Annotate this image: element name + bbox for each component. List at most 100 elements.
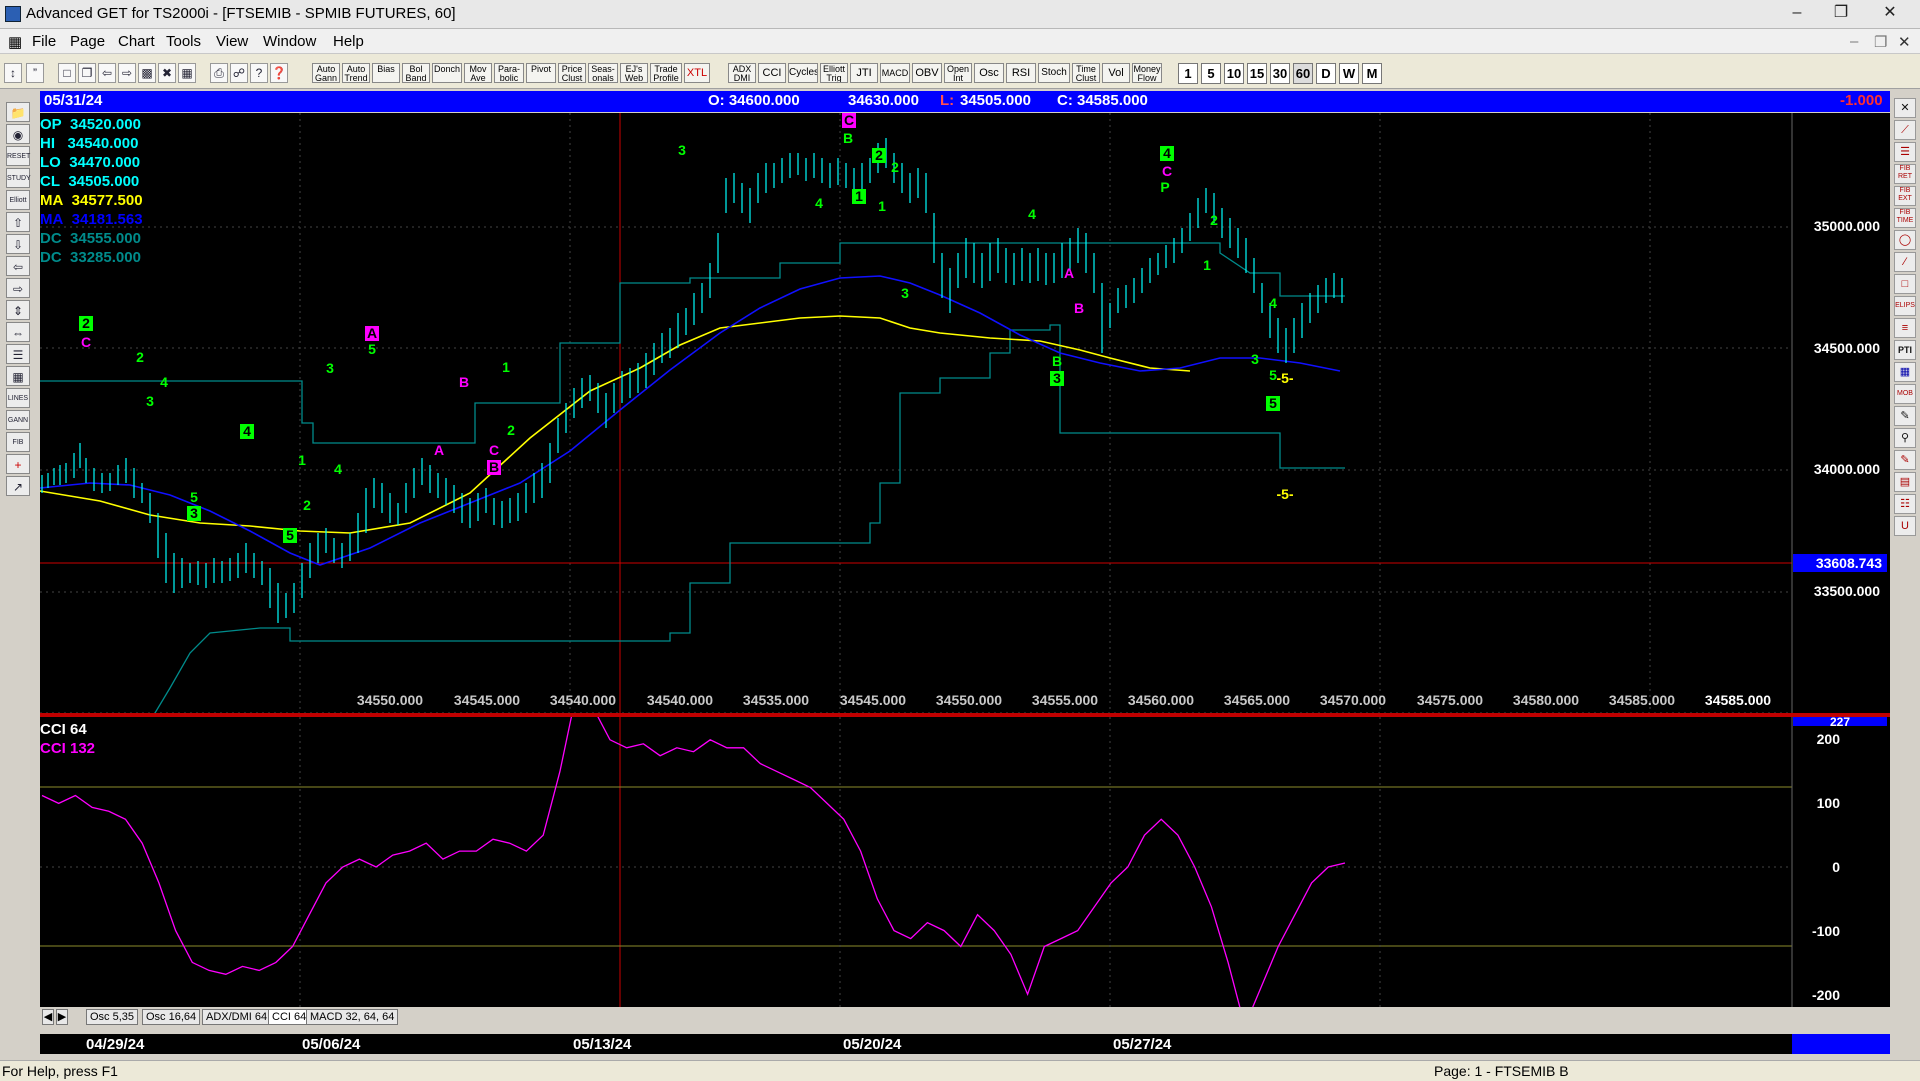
price-chart[interactable]: 2 C 2 4 3 5 3 4 1 2 5 3 4 A 5 B A 1 2 C … [39,112,1890,714]
tab-scroll-right-icon[interactable]: ▶ [56,1009,68,1025]
lines-icon[interactable]: LINES [6,388,30,408]
period-5-button[interactable]: 5 [1201,63,1221,84]
reset-icon[interactable]: RESET [6,146,30,166]
period-1-button[interactable]: 1 [1178,63,1198,84]
ellipse-icon[interactable]: ELIPS [1894,296,1916,316]
open-folder-icon[interactable]: 📁 [6,102,30,122]
menu-help[interactable]: Help [333,33,364,50]
mob-icon[interactable]: MOB [1894,384,1916,404]
grid-icon[interactable]: ▦ [178,63,196,83]
preview-icon[interactable]: ☍ [230,63,248,83]
mdi-restore-button[interactable]: ❐ [1874,33,1887,51]
menu-window[interactable]: Window [263,33,316,50]
crosshair-icon[interactable]: + [6,454,30,474]
study-seasonals-button[interactable]: Seas-onals [588,63,618,83]
study-elliott-trig-button[interactable]: Elliott Trig [820,63,848,83]
study-ejs-web-button[interactable]: EJ's Web [620,63,648,83]
fib-icon[interactable]: FIB [6,432,30,452]
study-jti-button[interactable]: JTI [850,63,878,83]
study-cci-button[interactable]: CCI [758,63,786,83]
list-tool-icon[interactable]: ☷ [1894,494,1916,514]
context-help-icon[interactable]: ❓ [270,63,288,83]
close-tool-icon[interactable]: ✕ [1894,98,1916,118]
tab-macd[interactable]: MACD 32, 64, 64 [306,1009,399,1025]
period-d-button[interactable]: D [1316,63,1336,84]
menu-file[interactable]: File [32,33,56,50]
marker-icon[interactable]: ✎ [1894,450,1916,470]
arrow-right-icon[interactable]: ⇨ [6,278,30,298]
arrow-left-icon[interactable]: ⇦ [6,256,30,276]
print-icon[interactable]: ⎙ [210,63,228,83]
study-macd-button[interactable]: MACD [880,63,910,83]
study-pivot-button[interactable]: Pivot [526,63,556,83]
delete-icon[interactable]: ✖ [158,63,176,83]
table-icon[interactable]: ▦ [1894,362,1916,382]
fib-ext-icon[interactable]: FIB EXT [1894,186,1916,206]
menu-view[interactable]: View [216,33,248,50]
pen-icon[interactable]: ✎ [1894,406,1916,426]
close-button[interactable]: ✕ [1862,0,1918,26]
period-60-button[interactable]: 60 [1293,63,1313,84]
box-icon[interactable]: □ [1894,274,1916,294]
study-stoch-button[interactable]: Stoch [1038,63,1070,83]
fib-ret-icon[interactable]: FIB RET [1894,164,1916,184]
pti-icon[interactable]: PTI [1894,340,1916,360]
grid-tool-icon[interactable]: ▦ [6,366,30,386]
study-auto-gann-button[interactable]: Auto Gann [312,63,340,83]
study-mov-ave-button[interactable]: Mov Ave [464,63,492,83]
ruler-icon[interactable]: ▤ [1894,472,1916,492]
zoom-icon[interactable]: ▩ [138,63,156,83]
fib-time-icon[interactable]: FIB TIME [1894,208,1916,228]
pointer-icon[interactable]: ↕ [4,63,22,83]
back-icon[interactable]: ⇦ [98,63,116,83]
study-time-clust-button[interactable]: Time Clust [1072,63,1100,83]
tab-cci-64[interactable]: CCI 64 [268,1009,311,1025]
magnifier-icon[interactable]: ⚲ [1894,428,1916,448]
export-icon[interactable]: ↗ [6,476,30,496]
period-10-button[interactable]: 10 [1224,63,1244,84]
arrow-down-icon[interactable]: ⇩ [6,234,30,254]
magnet-icon[interactable]: U [1894,516,1916,536]
arrow-up-icon[interactable]: ⇧ [6,212,30,232]
study-bias-button[interactable]: Bias [372,63,400,83]
menu-tools[interactable]: Tools [166,33,201,50]
study-cycles-button[interactable]: Cycles [788,63,818,83]
study-donch-button[interactable]: Donch [432,63,462,83]
tab-adx-dmi-64[interactable]: ADX/DMI 64 [202,1009,272,1025]
study-adx-dmi-button[interactable]: ADX DMI [728,63,756,83]
study-open-int-button[interactable]: Open Int [944,63,972,83]
lines-list-icon[interactable]: ☰ [6,344,30,364]
spiral-icon[interactable]: ◯ [1894,230,1916,250]
tab-scroll-left-icon[interactable]: ◀ [42,1009,54,1025]
study-auto-trend-button[interactable]: Auto Trend [342,63,370,83]
study-rsi-button[interactable]: RSI [1006,63,1036,83]
study-xtl-button[interactable]: XTL [684,63,710,83]
pitchfork-icon[interactable]: ≡ [1894,318,1916,338]
tab-osc-16-64[interactable]: Osc 16,64 [142,1009,201,1025]
study-osc-button[interactable]: Osc [974,63,1004,83]
minimize-button[interactable]: – [1776,0,1818,26]
study-obv-button[interactable]: OBV [912,63,942,83]
period-15-button[interactable]: 15 [1247,63,1267,84]
restore-button[interactable]: ❐ [1820,0,1862,26]
study-price-clust-button[interactable]: Price Clust [558,63,586,83]
binoculars-icon[interactable]: ◉ [6,124,30,144]
study-parabolic-button[interactable]: Para-bolic [494,63,524,83]
study-icon[interactable]: STUDY [6,168,31,188]
mdi-close-button[interactable]: ✕ [1898,33,1911,51]
fan-tool-icon[interactable]: ☰ [1894,142,1916,162]
period-m-button[interactable]: M [1362,63,1382,84]
bar-compress-icon[interactable]: ⇕ [6,300,30,320]
mdi-minimize-button[interactable]: – [1850,33,1858,50]
study-trade-profile-button[interactable]: Trade Profile [650,63,682,83]
menu-page[interactable]: Page [70,33,105,50]
menu-doc-icon[interactable]: ▦ [8,33,22,51]
quote-icon[interactable]: ” [26,63,44,83]
period-w-button[interactable]: W [1339,63,1359,84]
tab-osc-5-35[interactable]: Osc 5,35 [86,1009,139,1025]
line-tool-icon[interactable]: ⟋ [1894,120,1916,140]
cci-indicator-pane[interactable]: 227 200 100 0 -100 -200 [40,690,1890,1029]
forward-icon[interactable]: ⇨ [118,63,136,83]
study-money-flow-button[interactable]: Money Flow [1132,63,1162,83]
menu-chart[interactable]: Chart [118,33,155,50]
